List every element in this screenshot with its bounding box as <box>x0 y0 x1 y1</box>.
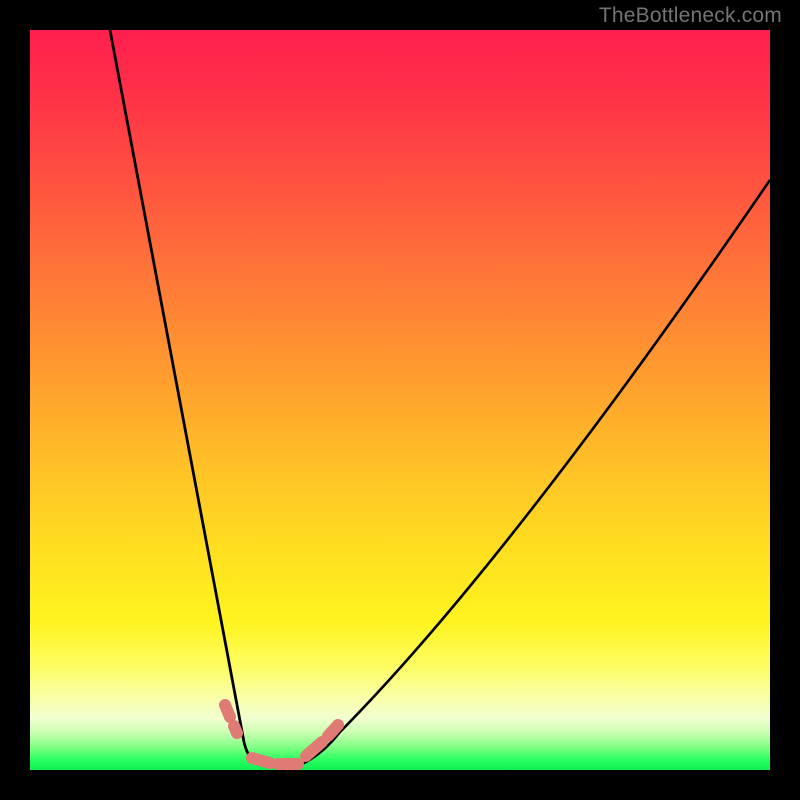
chart-container: TheBottleneck.com <box>0 0 800 800</box>
bead-2 <box>234 726 237 733</box>
bead-6 <box>328 725 338 736</box>
curves-svg <box>30 30 770 770</box>
watermark-label: TheBottleneck.com <box>599 4 782 28</box>
bead-3 <box>252 758 270 763</box>
left-curve <box>110 30 260 765</box>
right-curve <box>300 180 770 765</box>
bead-1 <box>225 705 230 717</box>
plot-area <box>30 30 770 770</box>
